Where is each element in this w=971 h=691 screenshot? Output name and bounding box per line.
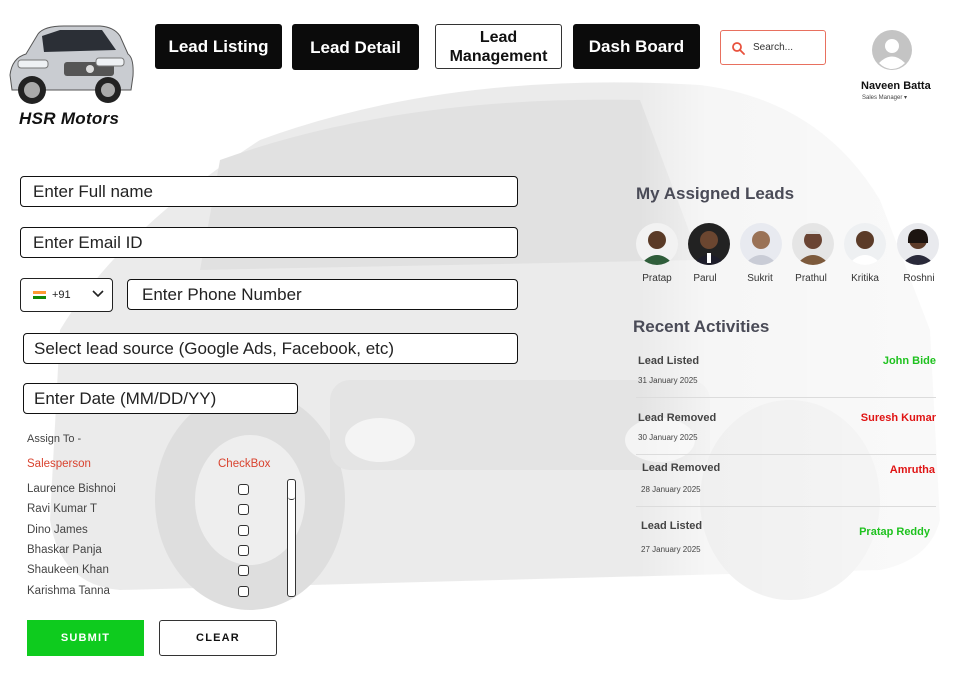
lead-avatar[interactable] xyxy=(688,223,730,265)
activity-action: Lead Removed xyxy=(638,412,717,424)
country-code-select[interactable]: +91 xyxy=(20,278,113,312)
lead-avatar[interactable] xyxy=(897,223,939,265)
lead-name: Parul xyxy=(693,273,717,284)
activity-person[interactable]: Amrutha xyxy=(890,464,935,476)
search-input[interactable]: Search... xyxy=(720,30,826,65)
lead-source-select[interactable]: Select lead source (Google Ads, Facebook… xyxy=(23,333,518,364)
brand-name: HSR Motors xyxy=(19,109,120,128)
activity-date: 27 January 2025 xyxy=(641,545,701,554)
chevron-down-icon xyxy=(92,290,104,298)
activity-date: 28 January 2025 xyxy=(641,485,701,494)
activity-person[interactable]: Suresh Kumar xyxy=(861,412,936,424)
nav-lead-listing-button[interactable]: Lead Listing xyxy=(155,24,282,69)
activity-person[interactable]: John Bide xyxy=(883,355,936,367)
checkbox-column-header: CheckBox xyxy=(218,458,271,470)
date-placeholder: Enter Date (MM/DD/YY) xyxy=(34,388,217,408)
nav-dashboard-button[interactable]: Dash Board xyxy=(573,24,700,69)
salesperson-name: Karishma Tanna xyxy=(27,585,110,597)
nav-lead-detail-button[interactable]: Lead Detail xyxy=(292,24,419,70)
recent-activities-title: Recent Activities xyxy=(633,317,770,336)
salesperson-name: Ravi Kumar T xyxy=(27,503,98,515)
submit-button[interactable]: SUBMIT xyxy=(27,620,144,656)
lead-name: Kritika xyxy=(851,273,879,284)
activity-divider xyxy=(636,506,936,507)
salesperson-name: Shaukeen Khan xyxy=(27,564,109,576)
salesperson-column-header: Salesperson xyxy=(27,458,91,470)
search-placeholder: Search... xyxy=(753,42,794,53)
email-placeholder: Enter Email ID xyxy=(33,232,143,252)
salesperson-name: Laurence Bishnoi xyxy=(27,483,116,495)
salesperson-name: Bhaskar Panja xyxy=(27,544,102,556)
phone-placeholder: Enter Phone Number xyxy=(142,284,302,304)
activity-person[interactable]: Pratap Reddy xyxy=(859,526,930,538)
salesperson-checkbox[interactable] xyxy=(238,545,249,556)
user-avatar-icon[interactable] xyxy=(872,30,912,70)
activity-action: Lead Removed xyxy=(642,462,721,474)
activity-divider xyxy=(636,397,936,398)
india-flag-icon xyxy=(33,291,46,300)
logo-car-icon xyxy=(9,25,134,104)
salesperson-checkbox[interactable] xyxy=(238,525,249,536)
country-code-value: +91 xyxy=(52,289,71,301)
activity-action: Lead Listed xyxy=(641,520,703,532)
assign-to-label: Assign To - xyxy=(27,433,82,445)
lead-name: Prathul xyxy=(795,273,827,284)
full-name-placeholder: Enter Full name xyxy=(33,181,153,201)
search-icon xyxy=(732,41,745,55)
lead-name: Roshni xyxy=(903,273,935,284)
profile-name: Naveen Batta xyxy=(861,80,931,92)
lead-avatar[interactable] xyxy=(792,223,834,265)
lead-avatar[interactable] xyxy=(636,223,678,265)
activity-divider xyxy=(636,454,936,455)
activity-action: Lead Listed xyxy=(638,355,700,367)
salesperson-checkbox[interactable] xyxy=(238,565,249,576)
profile-role-dropdown[interactable]: Sales Manager ▾ xyxy=(862,94,907,101)
lead-avatar[interactable] xyxy=(740,223,782,265)
salesperson-name: Dino James xyxy=(27,524,88,536)
date-field[interactable]: Enter Date (MM/DD/YY) xyxy=(23,383,298,414)
clear-button[interactable]: CLEAR xyxy=(159,620,277,656)
salesperson-checkbox[interactable] xyxy=(238,586,249,597)
full-name-field[interactable]: Enter Full name xyxy=(20,176,518,207)
nav-lead-management-button[interactable]: Lead Management xyxy=(435,24,562,69)
salesperson-checkbox[interactable] xyxy=(238,504,249,515)
activity-date: 31 January 2025 xyxy=(638,376,698,385)
email-field[interactable]: Enter Email ID xyxy=(20,227,518,258)
lead-source-placeholder: Select lead source (Google Ads, Facebook… xyxy=(34,338,395,358)
scrollbar-thumb[interactable] xyxy=(288,480,295,500)
salesperson-checkbox[interactable] xyxy=(238,484,249,495)
lead-avatar[interactable] xyxy=(844,223,886,265)
assigned-leads-title: My Assigned Leads xyxy=(636,184,795,203)
activity-date: 30 January 2025 xyxy=(638,433,698,442)
phone-field[interactable]: Enter Phone Number xyxy=(127,279,518,310)
